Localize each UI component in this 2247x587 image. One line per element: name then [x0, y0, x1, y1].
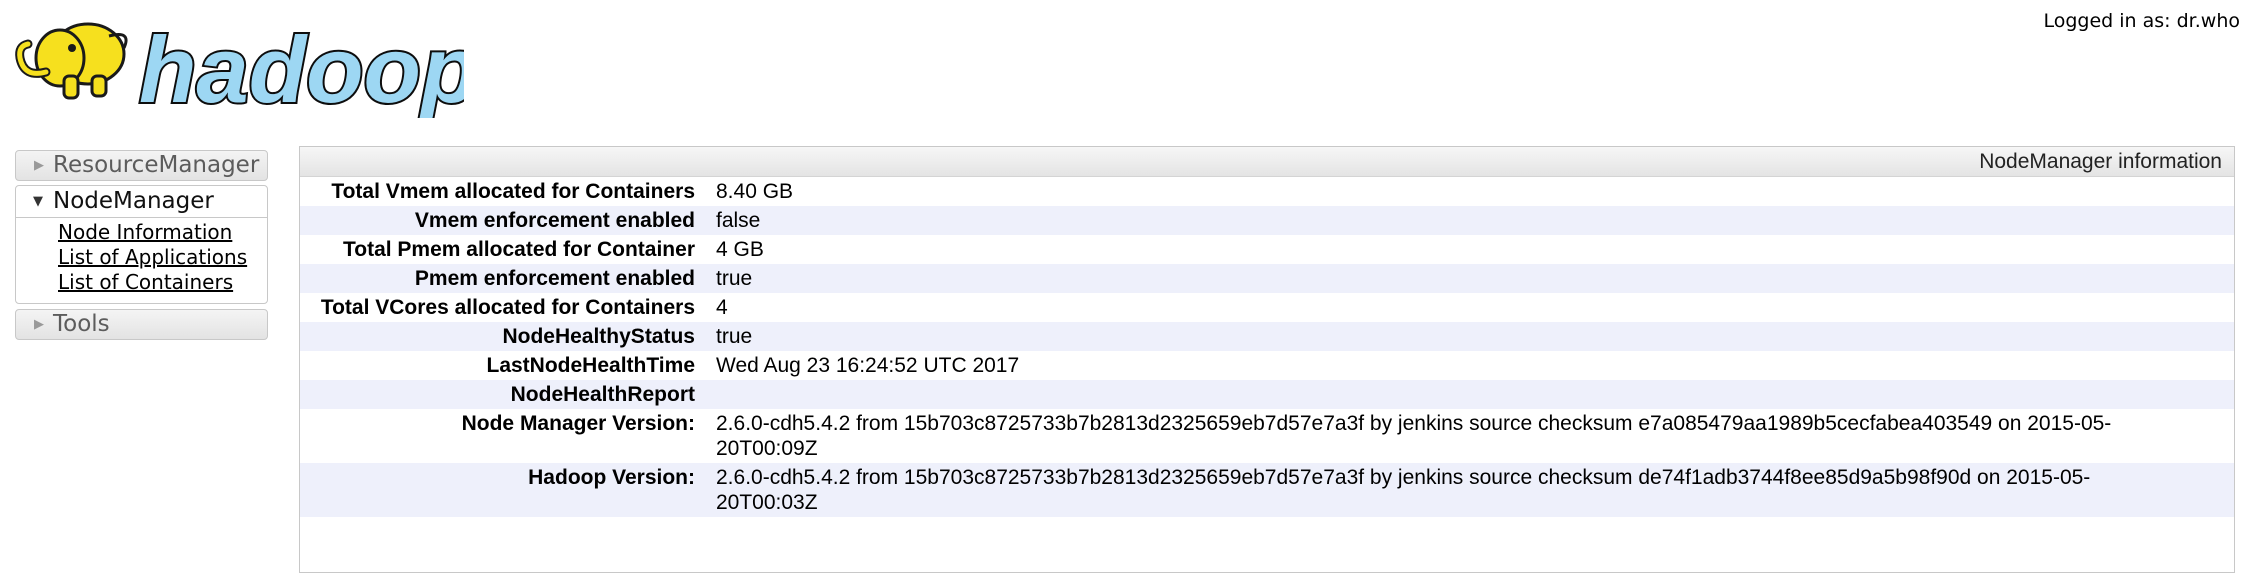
row-value: Wed Aug 23 16:24:52 UTC 2017	[716, 354, 1020, 377]
info-row: Hadoop Version: 2.6.0-cdh5.4.2 from 15b7…	[300, 463, 2234, 517]
info-row: NodeHealthReport	[300, 380, 2234, 409]
nav-section-label: ResourceManager	[53, 152, 260, 178]
info-row: NodeHealthyStatus true	[300, 322, 2234, 351]
nav-section-label: Tools	[53, 311, 110, 337]
triangle-right-icon: ▶	[34, 158, 44, 173]
nav-link-list-of-applications[interactable]: List of Applications	[58, 245, 247, 269]
row-value: true	[716, 325, 753, 348]
info-row: Total Vmem allocated for Containers 8.40…	[300, 177, 2234, 206]
info-row: LastNodeHealthTime Wed Aug 23 16:24:52 U…	[300, 351, 2234, 380]
info-row: Vmem enforcement enabled false	[300, 206, 2234, 235]
triangle-right-icon: ▶	[34, 317, 44, 332]
panel-title: NodeManager information	[300, 147, 2234, 177]
row-value: 4 GB	[716, 238, 764, 261]
row-label: Total VCores allocated for Containers	[320, 296, 695, 319]
row-label: Hadoop Version:	[528, 466, 695, 489]
nav-section-label: NodeManager	[53, 188, 214, 214]
hadoop-logo: hadoop	[15, 15, 464, 118]
nav-section-nodemanager: ▼ NodeManager Node Information List of A…	[15, 185, 268, 304]
nodemanager-links: Node Information List of Applications Li…	[16, 220, 267, 295]
row-label: LastNodeHealthTime	[486, 354, 696, 377]
sidebar-nav: ▶ ResourceManager ▼ NodeManager Node Inf…	[15, 150, 268, 340]
info-row: Total Pmem allocated for Container 4 GB	[300, 235, 2234, 264]
row-label: Total Vmem allocated for Containers	[331, 180, 695, 203]
row-value: 2.6.0-cdh5.4.2 from 15b703c8725733b7b281…	[716, 466, 2091, 514]
login-status: Logged in as: dr.who	[2043, 10, 2240, 32]
row-value: 2.6.0-cdh5.4.2 from 15b703c8725733b7b281…	[716, 412, 2112, 460]
row-value: 4	[716, 296, 728, 319]
logo-wordmark: hadoop	[139, 17, 464, 118]
nav-section-resourcemanager[interactable]: ▶ ResourceManager	[15, 150, 268, 181]
nav-link-list-of-containers[interactable]: List of Containers	[58, 270, 233, 294]
info-row: Pmem enforcement enabled true	[300, 264, 2234, 293]
info-row: Node Manager Version: 2.6.0-cdh5.4.2 fro…	[300, 409, 2234, 463]
info-table: Total Vmem allocated for Containers 8.40…	[300, 177, 2234, 517]
row-label: NodeHealthReport	[510, 383, 695, 406]
row-label: Pmem enforcement enabled	[414, 267, 695, 290]
nav-section-nodemanager-header[interactable]: ▼ NodeManager	[16, 186, 267, 218]
row-label: Vmem enforcement enabled	[414, 209, 695, 232]
nav-section-tools[interactable]: ▶ Tools	[15, 309, 268, 340]
row-value: 8.40 GB	[716, 180, 794, 203]
row-value: true	[716, 267, 753, 290]
row-value	[716, 380, 2234, 409]
row-label: NodeHealthyStatus	[502, 325, 695, 348]
triangle-down-icon: ▼	[33, 194, 43, 209]
nav-link-node-information[interactable]: Node Information	[58, 220, 232, 244]
info-row: Total VCores allocated for Containers 4	[300, 293, 2234, 322]
row-value: false	[716, 209, 761, 232]
elephant-icon	[15, 22, 128, 100]
row-label: Node Manager Version:	[461, 412, 695, 435]
row-label: Total Pmem allocated for Container	[342, 238, 695, 261]
nodemanager-info-panel: NodeManager information Total Vmem alloc…	[299, 146, 2235, 573]
